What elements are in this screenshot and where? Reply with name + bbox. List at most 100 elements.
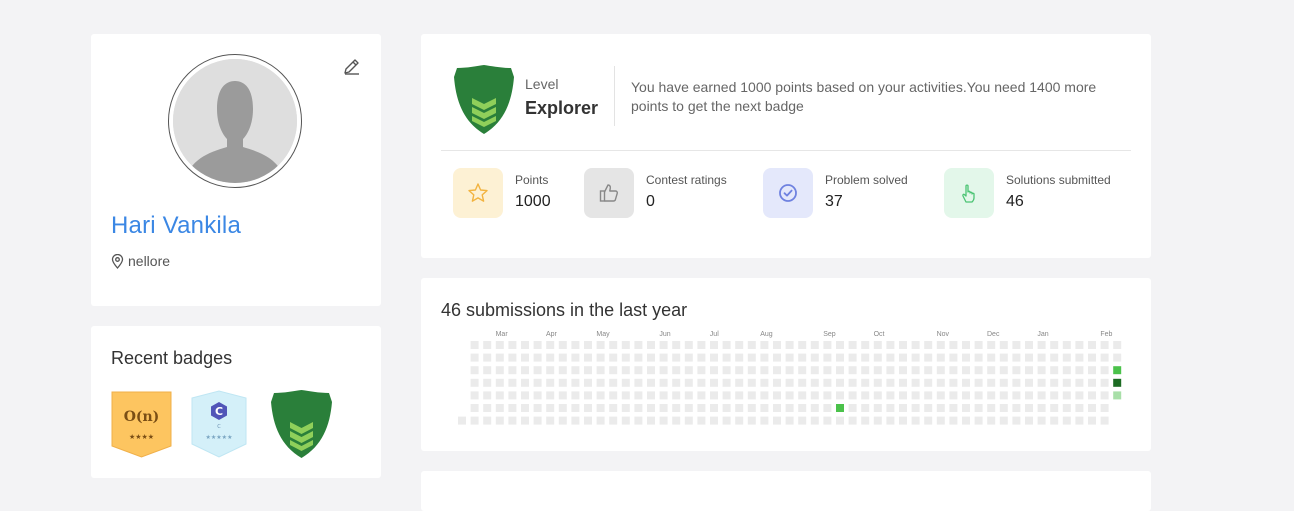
heatmap-day-cell[interactable]: [647, 366, 655, 375]
heatmap-day-cell[interactable]: [974, 391, 983, 400]
heatmap-day-cell[interactable]: [962, 404, 970, 412]
heatmap-day-cell[interactable]: [936, 341, 945, 349]
heatmap-day-cell[interactable]: [659, 366, 668, 375]
heatmap-day-cell[interactable]: [760, 341, 769, 349]
heatmap-day-cell[interactable]: [886, 391, 895, 400]
heatmap-day-cell[interactable]: [760, 353, 769, 362]
heatmap-day-cell[interactable]: [848, 378, 857, 387]
heatmap-day-cell[interactable]: [823, 353, 832, 362]
heatmap-day-cell[interactable]: [1113, 378, 1122, 387]
heatmap-day-cell[interactable]: [924, 416, 933, 425]
heatmap-day-cell[interactable]: [987, 391, 996, 400]
heatmap-day-cell[interactable]: [659, 378, 668, 387]
profile-name[interactable]: Hari Vankila: [111, 212, 241, 240]
heatmap-day-cell[interactable]: [659, 391, 668, 400]
heatmap-day-cell[interactable]: [609, 391, 618, 400]
big-o-badge[interactable]: O(n) ★★★★: [111, 390, 172, 463]
heatmap-day-cell[interactable]: [483, 341, 492, 349]
heatmap-day-cell[interactable]: [823, 366, 832, 375]
heatmap-day-cell[interactable]: [962, 353, 970, 362]
heatmap-day-cell[interactable]: [760, 366, 769, 375]
heatmap-day-cell[interactable]: [1012, 366, 1021, 375]
heatmap-day-cell[interactable]: [672, 353, 681, 362]
heatmap-day-cell[interactable]: [521, 353, 529, 362]
heatmap-day-cell[interactable]: [533, 366, 542, 375]
heatmap-day-cell[interactable]: [999, 341, 1008, 349]
heatmap-day-cell[interactable]: [1075, 416, 1084, 425]
heatmap-day-cell[interactable]: [873, 341, 882, 349]
heatmap-day-cell[interactable]: [987, 416, 996, 425]
heatmap-day-cell[interactable]: [936, 378, 945, 387]
heatmap-day-cell[interactable]: [886, 353, 895, 362]
heatmap-day-cell[interactable]: [760, 391, 769, 400]
heatmap-day-cell[interactable]: [899, 391, 907, 400]
heatmap-day-cell[interactable]: [1075, 366, 1084, 375]
heatmap-day-cell[interactable]: [1037, 391, 1046, 400]
heatmap-day-cell[interactable]: [697, 366, 706, 375]
heatmap-day-cell[interactable]: [1012, 378, 1021, 387]
heatmap-day-cell[interactable]: [836, 366, 844, 375]
heatmap-day-cell[interactable]: [672, 366, 681, 375]
heatmap-day-cell[interactable]: [647, 416, 655, 425]
heatmap-day-cell[interactable]: [470, 378, 479, 387]
heatmap-day-cell[interactable]: [571, 353, 580, 362]
heatmap-day-cell[interactable]: [949, 416, 958, 425]
heatmap-day-cell[interactable]: [936, 366, 945, 375]
heatmap-day-cell[interactable]: [546, 391, 555, 400]
heatmap-day-cell[interactable]: [861, 366, 870, 375]
heatmap-day-cell[interactable]: [987, 378, 996, 387]
heatmap-day-cell[interactable]: [647, 353, 655, 362]
heatmap-day-cell[interactable]: [1100, 391, 1109, 400]
heatmap-day-cell[interactable]: [634, 391, 643, 400]
heatmap-day-cell[interactable]: [495, 378, 504, 387]
heatmap-day-cell[interactable]: [735, 366, 744, 375]
heatmap-day-cell[interactable]: [1050, 416, 1059, 425]
heatmap-day-cell[interactable]: [760, 404, 769, 412]
heatmap-day-cell[interactable]: [773, 404, 781, 412]
heatmap-day-cell[interactable]: [747, 366, 756, 375]
heatmap-day-cell[interactable]: [924, 366, 933, 375]
heatmap-day-cell[interactable]: [521, 391, 529, 400]
heatmap-day-cell[interactable]: [495, 353, 504, 362]
heatmap-day-cell[interactable]: [634, 366, 643, 375]
heatmap-day-cell[interactable]: [483, 378, 492, 387]
heatmap-day-cell[interactable]: [697, 341, 706, 349]
heatmap-day-cell[interactable]: [571, 391, 580, 400]
heatmap-day-cell[interactable]: [735, 341, 744, 349]
heatmap-day-cell[interactable]: [810, 378, 819, 387]
heatmap-day-cell[interactable]: [949, 341, 958, 349]
heatmap-day-cell[interactable]: [949, 353, 958, 362]
heatmap-day-cell[interactable]: [1037, 366, 1046, 375]
heatmap-day-cell[interactable]: [558, 341, 567, 349]
heatmap-day-cell[interactable]: [609, 366, 618, 375]
heatmap-day-cell[interactable]: [999, 404, 1008, 412]
heatmap-day-cell[interactable]: [571, 378, 580, 387]
heatmap-day-cell[interactable]: [558, 404, 567, 412]
heatmap-day-cell[interactable]: [571, 366, 580, 375]
heatmap-day-cell[interactable]: [1012, 341, 1021, 349]
heatmap-day-cell[interactable]: [508, 341, 517, 349]
heatmap-day-cell[interactable]: [495, 416, 504, 425]
heatmap-day-cell[interactable]: [1037, 378, 1046, 387]
heatmap-day-cell[interactable]: [710, 366, 718, 375]
heatmap-day-cell[interactable]: [596, 391, 605, 400]
heatmap-day-cell[interactable]: [911, 416, 920, 425]
heatmap-day-cell[interactable]: [735, 378, 744, 387]
heatmap-day-cell[interactable]: [1088, 404, 1096, 412]
heatmap-day-cell[interactable]: [987, 353, 996, 362]
heatmap-day-cell[interactable]: [848, 391, 857, 400]
heatmap-day-cell[interactable]: [558, 378, 567, 387]
heatmap-day-cell[interactable]: [735, 416, 744, 425]
heatmap-day-cell[interactable]: [836, 404, 844, 412]
heatmap-day-cell[interactable]: [1062, 378, 1071, 387]
heatmap-day-cell[interactable]: [710, 353, 718, 362]
heatmap-day-cell[interactable]: [861, 416, 870, 425]
heatmap-day-cell[interactable]: [659, 416, 668, 425]
heatmap-day-cell[interactable]: [1012, 404, 1021, 412]
heatmap-day-cell[interactable]: [999, 391, 1008, 400]
heatmap-day-cell[interactable]: [949, 404, 958, 412]
heatmap-day-cell[interactable]: [886, 416, 895, 425]
heatmap-day-cell[interactable]: [722, 416, 731, 425]
heatmap-day-cell[interactable]: [848, 416, 857, 425]
heatmap-day-cell[interactable]: [962, 341, 970, 349]
